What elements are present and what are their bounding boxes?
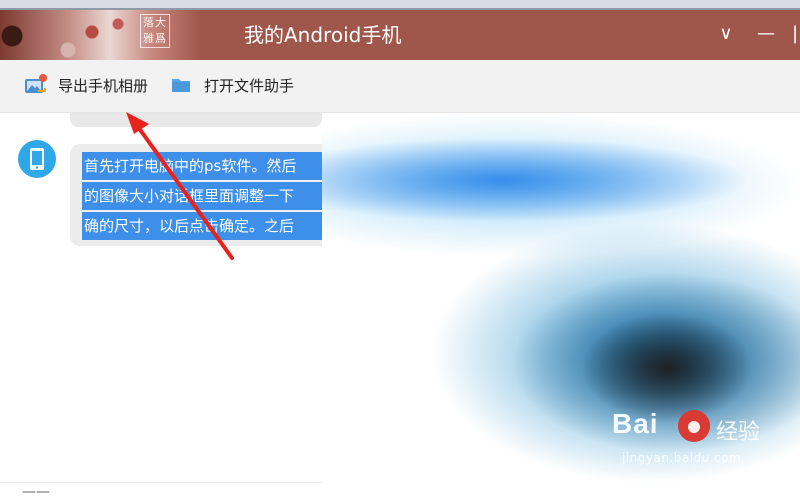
- selected-message-text[interactable]: 首先打开电脑中的ps软件。然后 的图像大小对话框里面调整一下 确的尺寸，以后点击…: [82, 152, 322, 242]
- minimize-button[interactable]: —: [754, 20, 778, 48]
- toolbar: 导出手机相册 打开文件助手: [0, 60, 800, 113]
- message-line: 确的尺寸，以后点击确定。之后: [82, 212, 322, 240]
- title-background-image: [0, 10, 200, 60]
- chevron-down-icon[interactable]: ∨: [714, 20, 738, 48]
- input-area-hint: ——: [22, 484, 50, 500]
- phone-icon: [30, 148, 44, 170]
- desktop-strip: [0, 0, 800, 10]
- photo-album-icon: [24, 74, 48, 96]
- paw-icon: [678, 410, 710, 442]
- message-line: 首先打开电脑中的ps软件。然后: [82, 152, 322, 180]
- watermark-brand: Bai: [612, 408, 659, 439]
- divider: [0, 482, 322, 483]
- export-album-button[interactable]: 导出手机相册: [24, 72, 148, 98]
- message-line: 的图像大小对话框里面调整一下: [82, 182, 322, 210]
- watermark-suffix: 经验: [716, 420, 761, 445]
- folder-icon: [170, 74, 194, 96]
- previous-message-bubble: [70, 113, 322, 127]
- window-title: 我的Android手机: [244, 23, 402, 47]
- window-edge-icon: |: [791, 23, 799, 44]
- watermark-url: jingyan.baidu.com: [622, 451, 742, 465]
- seal-stamp: 落大 雅爲: [140, 14, 170, 48]
- baidu-watermark: Bai 经验 jingyan.baidu.com: [612, 408, 772, 472]
- phone-avatar: [18, 140, 56, 178]
- export-album-label: 导出手机相册: [58, 76, 149, 95]
- open-file-assistant-label: 打开文件助手: [204, 76, 295, 95]
- open-file-assistant-button[interactable]: 打开文件助手: [170, 72, 294, 98]
- title-bar[interactable]: 落大 雅爲 我的Android手机 ∨ — |: [0, 10, 800, 60]
